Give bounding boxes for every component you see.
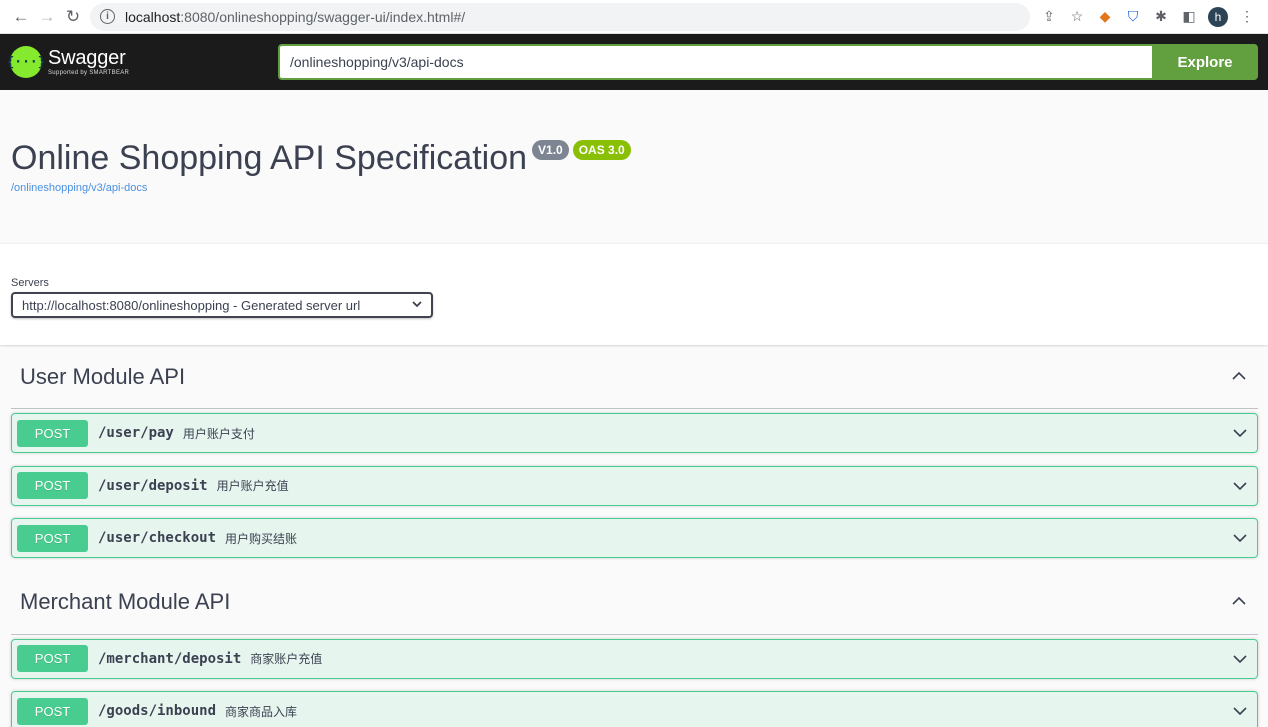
tag-header-merchant-module[interactable]: Merchant Module API	[11, 571, 1258, 635]
puzzle-icon[interactable]: ✱	[1152, 8, 1170, 26]
method-badge: POST	[17, 645, 88, 672]
operation-path: /user/checkout	[98, 530, 217, 546]
oas-badge: OAS 3.0	[572, 140, 631, 160]
tag-header-user-module[interactable]: User Module API	[11, 345, 1258, 409]
spec-link[interactable]: /onlineshopping/v3/api-docs	[11, 182, 1257, 194]
shield-icon[interactable]: ⛉	[1124, 8, 1142, 26]
page-title: Online Shopping API Specification	[11, 139, 528, 177]
logo-title: Swagger	[48, 47, 126, 69]
operation-path: /goods/inbound	[98, 703, 217, 719]
servers-select[interactable]: http://localhost:8080/onlineshopping - G…	[11, 292, 433, 318]
url-path: :8080/onlineshopping/swagger-ui/index.ht…	[180, 8, 466, 25]
chevron-down-icon[interactable]	[1231, 477, 1249, 495]
operation-summary: 商家商品入库	[225, 704, 298, 719]
method-badge: POST	[17, 472, 88, 499]
method-badge: POST	[17, 697, 88, 725]
operation-summary: 用户账户支付	[182, 426, 255, 441]
fox-icon[interactable]: ◆	[1096, 8, 1114, 26]
tag-title: User Module API	[20, 363, 186, 389]
tag-title: Merchant Module API	[20, 589, 231, 614]
chevron-up-icon[interactable]	[1229, 593, 1249, 611]
chevron-down-icon[interactable]	[1231, 529, 1249, 547]
side-panel-icon[interactable]: ◧	[1180, 8, 1198, 26]
swagger-logo-icon: {···}	[6, 46, 46, 78]
avatar[interactable]: h	[1208, 6, 1228, 27]
operation-summary: 用户购买结账	[225, 531, 298, 546]
operation-path: /user/pay	[98, 425, 174, 441]
back-icon[interactable]: ←	[8, 4, 34, 30]
chevron-down-icon[interactable]	[1231, 702, 1249, 720]
chevron-down-icon[interactable]	[1231, 650, 1249, 668]
kebab-menu-icon[interactable]: ⋮	[1238, 8, 1256, 26]
forward-icon[interactable]: →	[34, 4, 60, 30]
spec-url-form: /onlineshopping/v3/api-docs Explore	[278, 44, 1258, 80]
operation-path: /merchant/deposit	[98, 650, 242, 667]
operation-row[interactable]: POST /goods/inbound 商家商品入库	[11, 691, 1258, 727]
servers-label: Servers	[11, 277, 49, 289]
reload-icon[interactable]: ↻	[60, 4, 86, 30]
operation-summary: 用户账户充值	[216, 479, 289, 493]
operation-row[interactable]: POST /user/deposit 用户账户充值	[11, 465, 1258, 506]
url-host: localhost	[125, 8, 181, 25]
info-icon[interactable]: i	[100, 9, 115, 24]
logo-subtitle: Supported by SMARTBEAR	[48, 70, 130, 76]
browser-extensions: ⇪ ☆ ◆ ⛉ ✱ ◧ h ⋮	[1040, 6, 1260, 27]
swagger-logo[interactable]: {···} Swagger Supported by SMARTBEAR	[6, 46, 278, 78]
version-badge: V1.0	[532, 140, 569, 160]
operation-row[interactable]: POST /merchant/deposit 商家账户充值	[11, 638, 1258, 679]
browser-toolbar: ← → ↻ i localhost:8080/onlineshopping/sw…	[0, 0, 1268, 34]
spec-url-input[interactable]: /onlineshopping/v3/api-docs	[278, 44, 1152, 80]
operations-list: User Module API POST /user/pay 用户账户支付 PO…	[0, 345, 1268, 727]
servers-section: Servers http://localhost:8080/onlineshop…	[0, 243, 1268, 345]
operation-row[interactable]: POST /user/pay 用户账户支付	[11, 413, 1258, 453]
operation-summary: 商家账户充值	[250, 652, 323, 666]
chevron-down-icon	[412, 299, 422, 311]
chevron-up-icon[interactable]	[1229, 368, 1249, 386]
api-info: Online Shopping API Specification V1.0 O…	[0, 90, 1268, 243]
servers-selected-value: http://localhost:8080/onlineshopping - G…	[22, 297, 361, 313]
operation-row[interactable]: POST /user/checkout 用户购买结账	[11, 518, 1258, 558]
explore-button[interactable]: Explore	[1152, 44, 1258, 80]
swagger-topbar: {···} Swagger Supported by SMARTBEAR /on…	[0, 34, 1268, 90]
address-bar[interactable]: i localhost:8080/onlineshopping/swagger-…	[90, 2, 1030, 31]
method-badge: POST	[17, 419, 88, 447]
star-icon[interactable]: ☆	[1068, 8, 1086, 26]
chevron-down-icon[interactable]	[1231, 424, 1249, 442]
share-icon[interactable]: ⇪	[1040, 8, 1058, 26]
method-badge: POST	[17, 524, 88, 552]
operation-path: /user/deposit	[98, 477, 208, 494]
